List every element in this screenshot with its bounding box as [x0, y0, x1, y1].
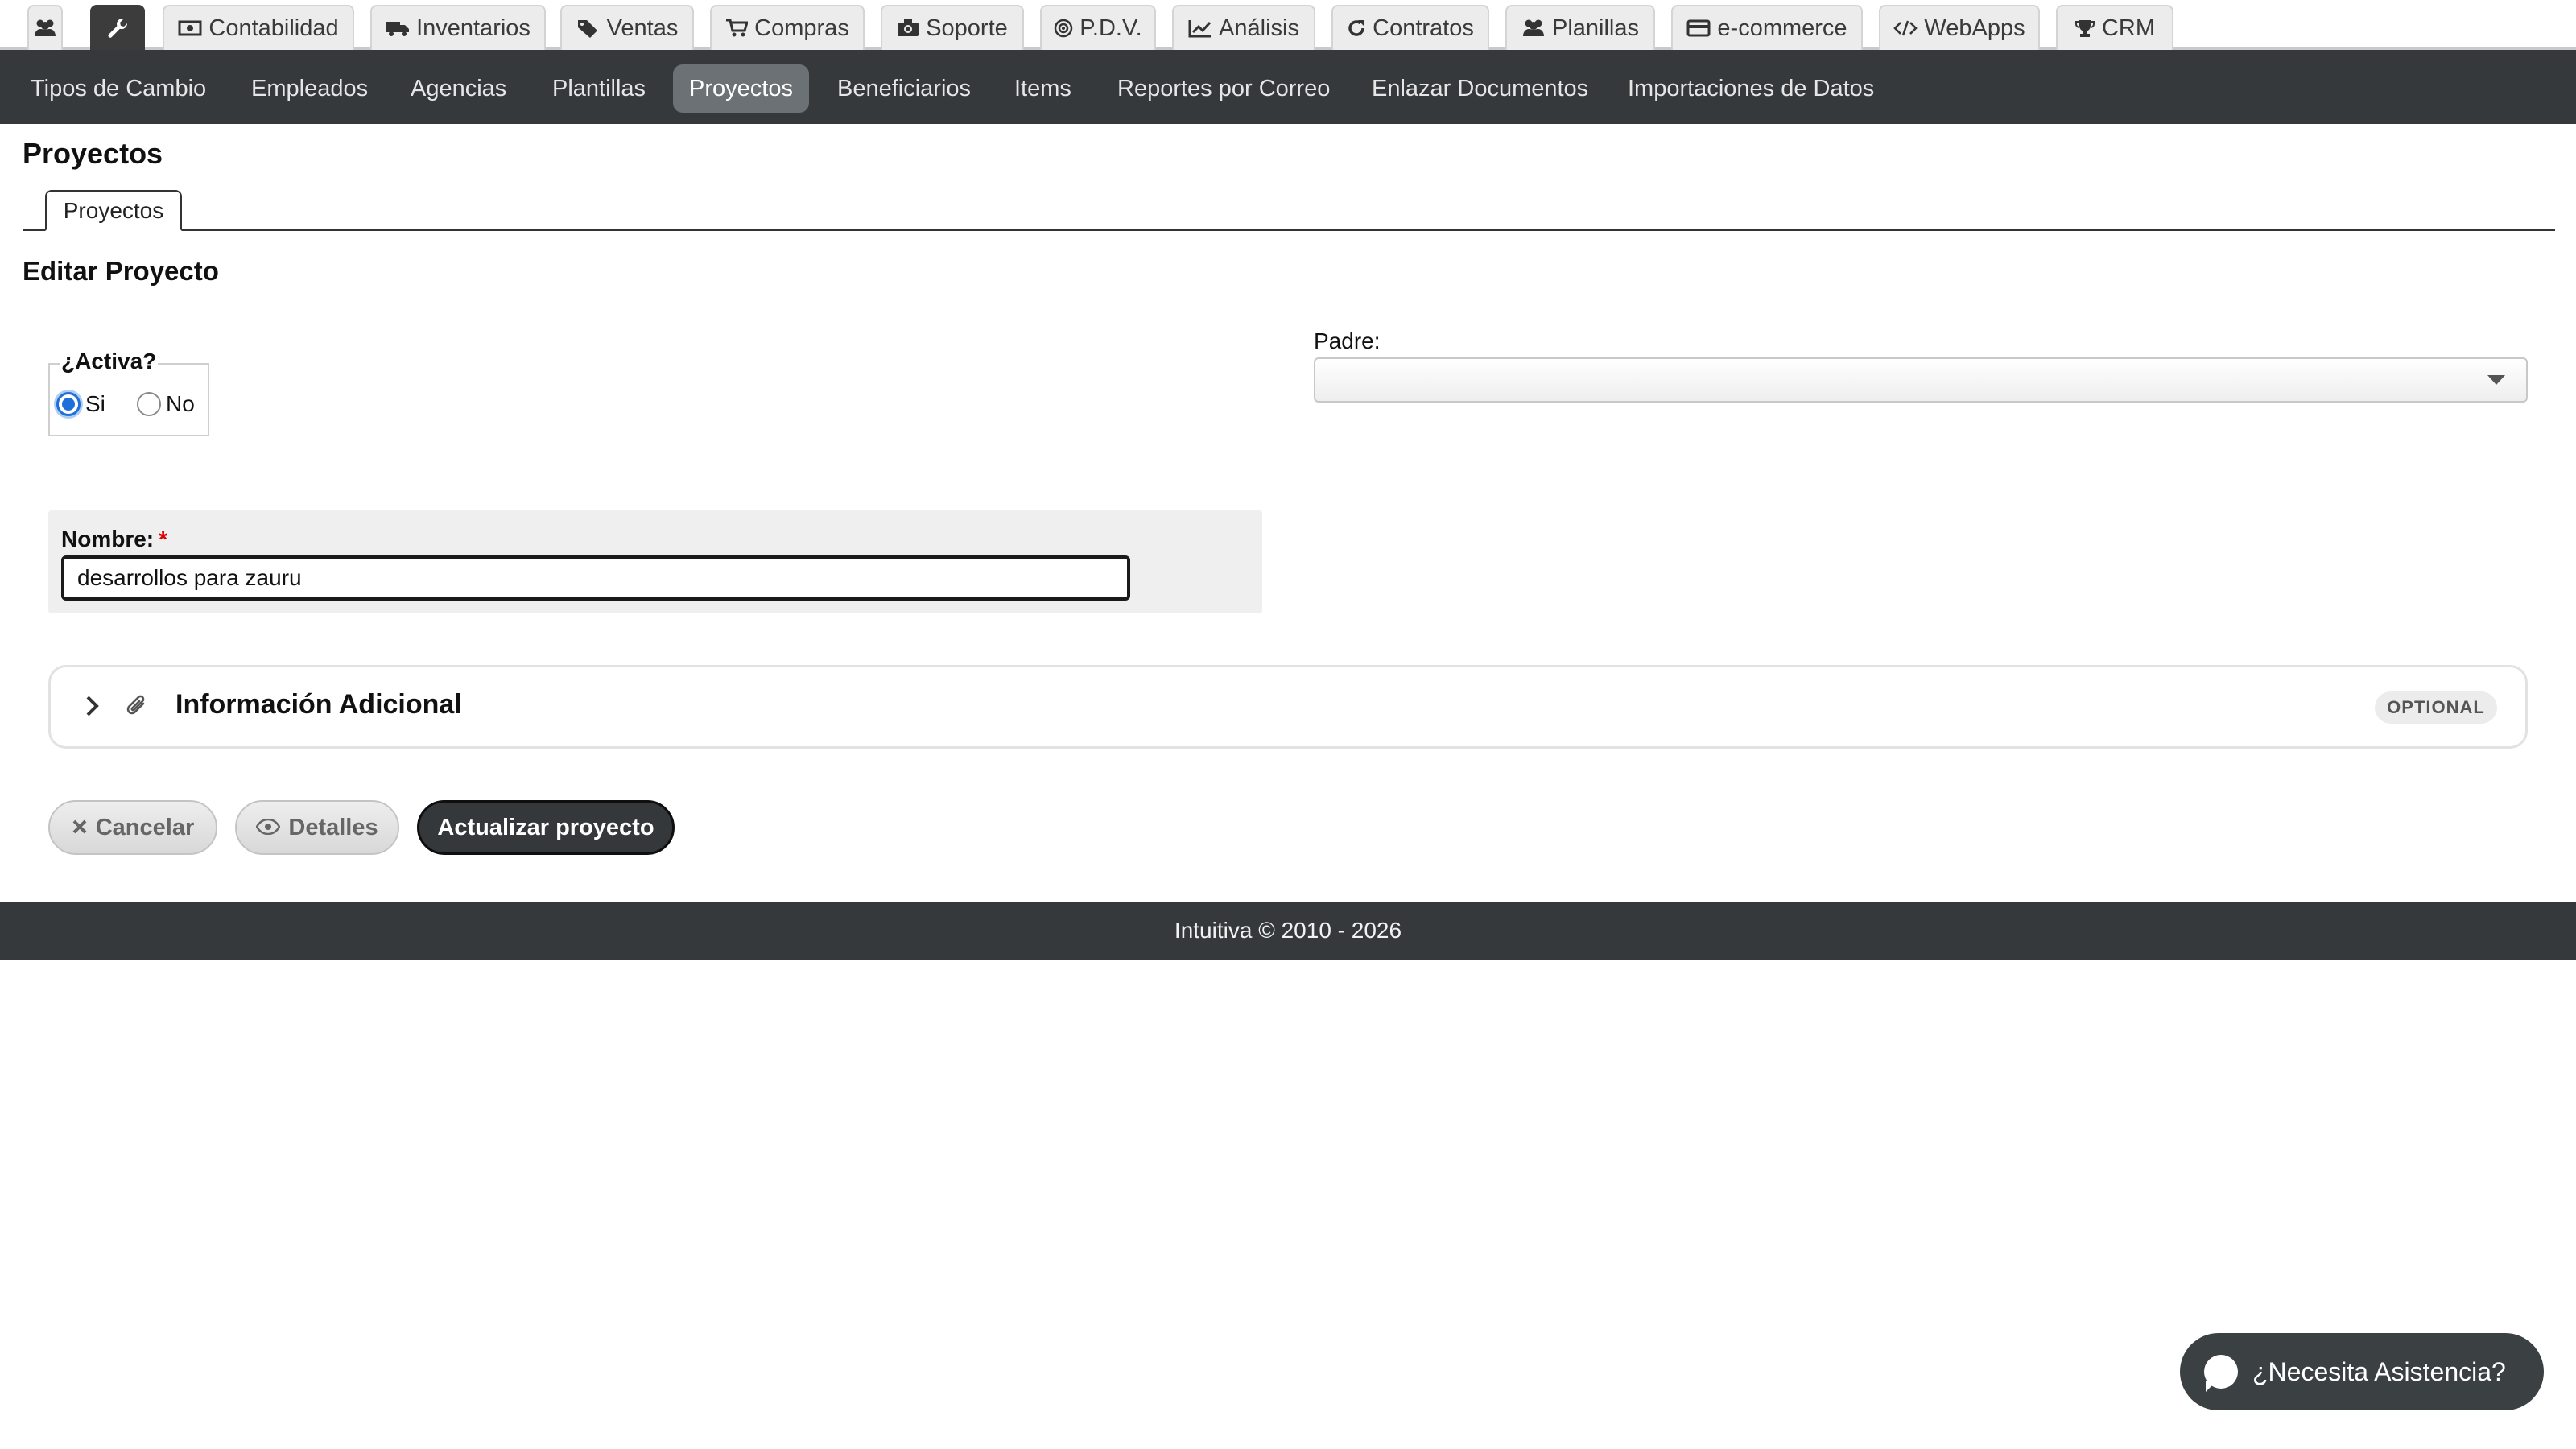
subnav-agencias[interactable]: Agencias: [394, 64, 522, 113]
money-icon: [178, 19, 202, 37]
activa-no-label: No: [166, 391, 195, 416]
cancel-button[interactable]: Cancelar: [48, 800, 217, 855]
subnav-proyectos[interactable]: Proyectos: [673, 64, 809, 113]
activa-no-radio[interactable]: [137, 392, 161, 416]
details-button-label: Detalles: [288, 814, 378, 840]
tab-label: Contratos: [1373, 14, 1474, 41]
page-title: Proyectos: [23, 137, 163, 170]
cart-icon: [725, 19, 749, 38]
tab-planillas[interactable]: Planillas: [1505, 5, 1655, 50]
chart-icon: [1188, 19, 1212, 38]
credit-card-icon: [1686, 19, 1711, 37]
tab-compras[interactable]: Compras: [710, 5, 865, 50]
tab-webapps[interactable]: WebApps: [1879, 5, 2040, 50]
truck-icon: [386, 19, 410, 37]
chevron-down-icon: [2487, 375, 2505, 385]
close-icon: [72, 815, 88, 841]
tab-ecommerce[interactable]: e-commerce: [1671, 5, 1863, 50]
activa-si-option[interactable]: Si: [56, 391, 105, 417]
tags-icon: [576, 19, 601, 38]
users-icon: [1521, 19, 1546, 38]
target-icon: [1054, 19, 1073, 38]
tab-label: Compras: [754, 14, 849, 41]
subnav-plantillas[interactable]: Plantillas: [536, 64, 662, 113]
tab-users[interactable]: [27, 5, 63, 50]
tab-divider: [23, 229, 2555, 231]
subnav-beneficiarios[interactable]: Beneficiarios: [821, 64, 987, 113]
users-icon: [33, 19, 57, 38]
activa-si-label: Si: [85, 391, 105, 416]
subnav-reportes-por-correo[interactable]: Reportes por Correo: [1101, 64, 1346, 113]
tab-contabilidad[interactable]: Contabilidad: [163, 5, 354, 50]
tab-settings[interactable]: [90, 5, 145, 50]
tab-label: P.D.V.: [1080, 14, 1142, 41]
tab-contratos[interactable]: Contratos: [1331, 5, 1489, 50]
tab-label: CRM: [2101, 14, 2156, 41]
tab-inventarios[interactable]: Inventarios: [370, 5, 546, 50]
cancel-button-label: Cancelar: [95, 814, 195, 840]
help-chat-button[interactable]: ¿Necesita Asistencia?: [2180, 1333, 2544, 1410]
chevron-right-icon[interactable]: [82, 694, 103, 722]
optional-badge: OPTIONAL: [2375, 691, 2497, 724]
tab-label: Soporte: [926, 14, 1008, 41]
tab-label: Inventarios: [416, 14, 530, 41]
nombre-input[interactable]: [61, 555, 1130, 601]
activa-si-radio[interactable]: [56, 392, 80, 416]
help-label: ¿Necesita Asistencia?: [2252, 1356, 2506, 1386]
tab-crm[interactable]: CRM: [2056, 5, 2174, 50]
sub-navigation: Tipos de Cambio Empleados Agencias Plant…: [0, 50, 2576, 124]
subnav-importaciones-de-datos[interactable]: Importaciones de Datos: [1612, 64, 1890, 113]
subnav-enlazar-documentos[interactable]: Enlazar Documentos: [1356, 64, 1604, 113]
tab-label: e-commerce: [1717, 14, 1847, 41]
section-title: Editar Proyecto: [23, 256, 219, 286]
nombre-label-text: Nombre:: [61, 526, 155, 551]
chat-bubble-icon: [2204, 1355, 2238, 1392]
subnav-tipos-de-cambio[interactable]: Tipos de Cambio: [14, 64, 222, 113]
paperclip-icon: [124, 692, 148, 724]
refresh-icon: [1347, 19, 1366, 38]
footer: Intuitiva © 2010 - 2026: [0, 902, 2576, 960]
tab-ventas[interactable]: Ventas: [560, 5, 694, 50]
tab-label: Ventas: [606, 14, 679, 41]
tab-soporte[interactable]: Soporte: [881, 5, 1024, 50]
wrench-icon: [106, 17, 129, 39]
tab-analisis[interactable]: Análisis: [1172, 5, 1315, 50]
required-mark: *: [159, 526, 168, 551]
tab-pdv[interactable]: P.D.V.: [1040, 5, 1156, 50]
subnav-empleados[interactable]: Empleados: [235, 64, 384, 113]
details-button[interactable]: Detalles: [235, 800, 399, 855]
tab-label: Contabilidad: [208, 14, 339, 41]
nombre-label: Nombre: *: [61, 526, 167, 552]
module-tabs: Contabilidad Inventarios Ventas Compras …: [0, 0, 2576, 50]
tab-label: WebApps: [1924, 14, 2025, 41]
camera-icon: [897, 19, 919, 38]
activa-legend: ¿Activa?: [60, 349, 159, 374]
padre-select[interactable]: [1314, 357, 2528, 402]
tab-proyectos[interactable]: Proyectos: [45, 190, 182, 231]
eye-icon: [255, 815, 281, 841]
info-adicional-title: Información Adicional: [175, 689, 462, 720]
padre-label: Padre:: [1314, 328, 1381, 353]
trophy-icon: [2074, 19, 2095, 38]
update-project-button[interactable]: Actualizar proyecto: [417, 800, 675, 855]
tab-label: Planillas: [1552, 14, 1639, 41]
code-icon: [1893, 19, 1918, 37]
subnav-items[interactable]: Items: [998, 64, 1088, 113]
activa-no-option[interactable]: No: [137, 391, 195, 417]
footer-text: Intuitiva © 2010 - 2026: [1174, 918, 1402, 943]
tab-label: Análisis: [1219, 14, 1299, 41]
